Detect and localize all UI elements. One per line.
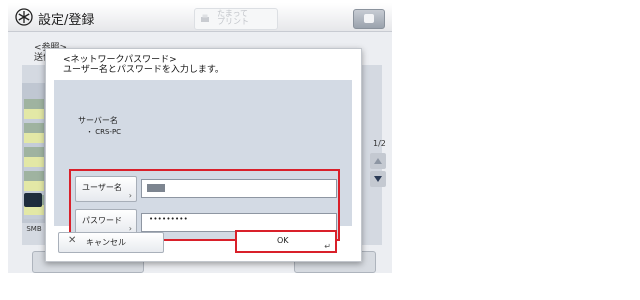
background-smb-label: SMB	[26, 225, 42, 233]
username-field[interactable]	[141, 179, 337, 198]
quick-print-button[interactable]: たまって プリント	[194, 8, 278, 30]
status-monitor-icon	[364, 14, 374, 23]
field-arrow-icon: ›	[128, 191, 132, 200]
dialog-title: <ネットワークパスワード>	[63, 55, 177, 65]
home-star-icon[interactable]	[15, 8, 33, 26]
page-indicator: 1/2	[373, 139, 386, 148]
cancel-button[interactable]: ✕ キャンセル	[58, 232, 164, 253]
enter-icon: ↵	[324, 242, 331, 251]
background-back-icon	[24, 193, 42, 207]
password-masked-value: •••••••••	[149, 215, 188, 223]
username-button[interactable]: ユーザー名 ›	[75, 176, 137, 202]
password-label: パスワード	[82, 216, 122, 225]
network-password-dialog: <ネットワークパスワード> ユーザー名とパスワードを入力します。 サーバー名 ・…	[45, 48, 362, 262]
dialog-instruction: ユーザー名とパスワードを入力します。	[63, 65, 224, 75]
print-icon	[201, 14, 209, 22]
title-bar: 設定/登録 たまって プリント	[8, 3, 392, 32]
quick-print-label: たまって プリント	[217, 9, 249, 26]
scroll-down-button[interactable]	[370, 171, 386, 187]
cancel-label: キャンセル	[86, 238, 126, 247]
server-name-value: ・ CRS-PC	[86, 128, 122, 136]
server-name-label: サーバー名	[78, 116, 118, 125]
scroll-up-button[interactable]	[370, 153, 386, 169]
status-monitor-button[interactable]	[353, 9, 385, 29]
username-masked-value	[147, 184, 165, 192]
dialog-body: サーバー名 ・ CRS-PC ユーザー名 › パスワード › •••••••••	[54, 80, 352, 241]
screen-title: 設定/登録	[38, 13, 95, 28]
ok-label: OK	[277, 236, 289, 245]
ok-button[interactable]: OK ↵	[235, 230, 337, 253]
username-label: ユーザー名	[82, 183, 122, 192]
close-icon: ✕	[68, 235, 77, 246]
